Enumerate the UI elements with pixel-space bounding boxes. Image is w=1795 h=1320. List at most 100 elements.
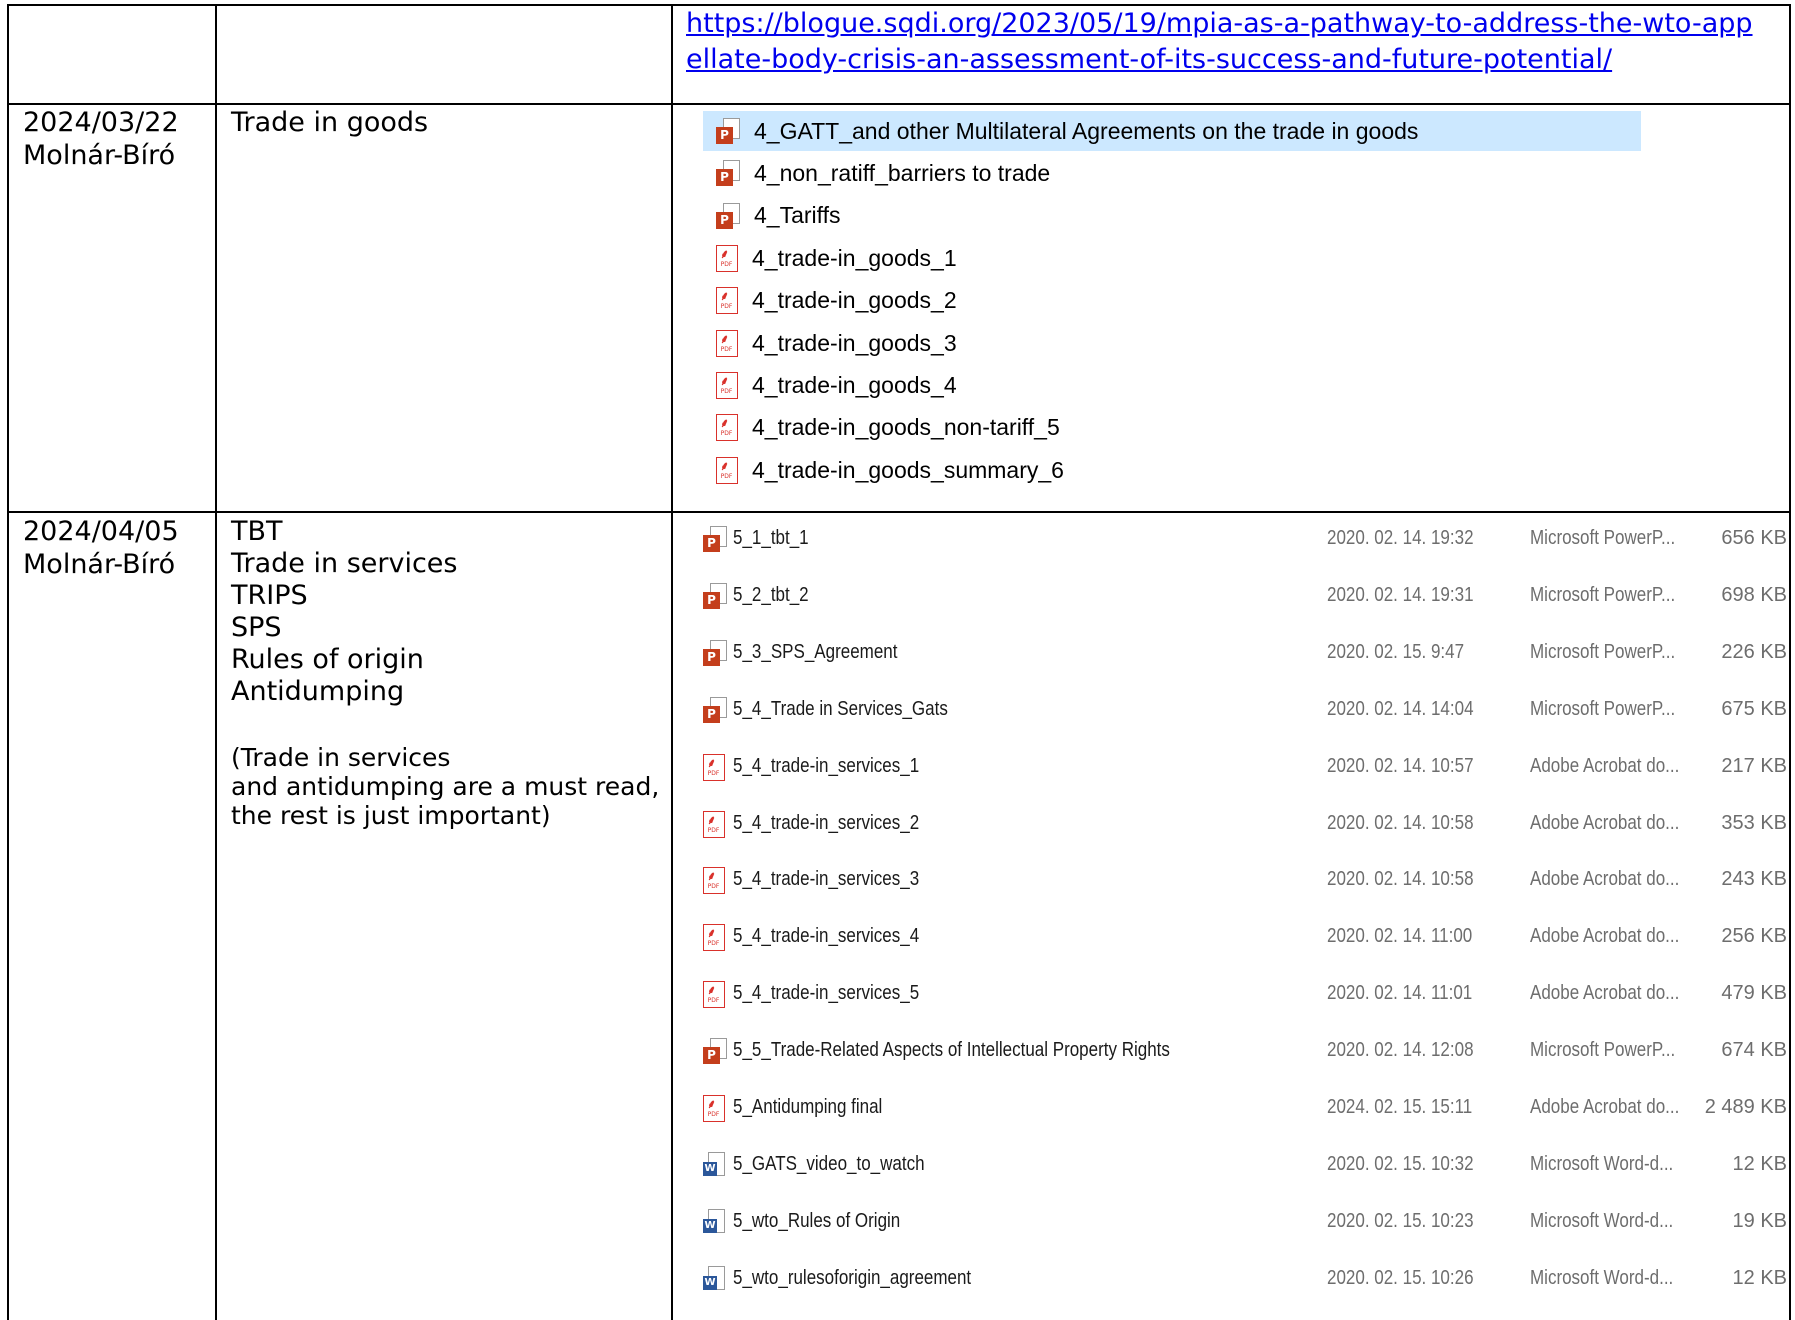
file-item[interactable]: ⸙ PDF 4_trade-in_goods_4: [703, 365, 957, 405]
file-type-icon-wrap: ⸙ PDF: [703, 810, 725, 844]
lecturer-name: Molnár-Bíró: [23, 549, 176, 580]
file-size: 256 KB: [1721, 925, 1787, 948]
file-item[interactable]: P 4_GATT_and other Multilateral Agreement…: [703, 111, 1641, 151]
session-date: 2024/04/05: [23, 516, 179, 547]
column-divider: [671, 4, 673, 1320]
file-row[interactable]: P 5_3_SPS_Agreement 2020. 02. 15. 9:47 Micr…: [703, 632, 1793, 672]
file-item[interactable]: ⸙ PDF 4_trade-in_goods_3: [703, 323, 957, 363]
file-type: Adobe Acrobat do...: [1530, 811, 1680, 834]
file-type: Adobe Acrobat do...: [1530, 982, 1680, 1005]
file-type: Microsoft PowerP...: [1530, 583, 1676, 606]
file-modified-date: 2020. 02. 15. 9:47: [1327, 640, 1465, 663]
topic-item: Antidumping: [231, 676, 405, 707]
file-row[interactable]: ⸙ PDF 5_4_trade-in_services_4 2020. 02. 14.…: [703, 916, 1793, 956]
file-modified-date: 2024. 02. 15. 15:11: [1327, 1096, 1473, 1118]
file-name: 5_wto_rulesoforigin_agreement: [733, 1266, 972, 1289]
file-size: 674 KB: [1721, 1039, 1787, 1062]
file-type: Adobe Acrobat do...: [1530, 925, 1680, 948]
file-type-icon-wrap: ⸙ PDF: [703, 924, 725, 957]
powerpoint-icon: P: [716, 202, 740, 229]
file-size: 217 KB: [1721, 754, 1787, 777]
note-line: (Trade in services: [231, 743, 451, 772]
row-divider: [7, 103, 1791, 105]
file-item[interactable]: P 4_Tariffs: [703, 196, 841, 236]
file-row[interactable]: ⸙ PDF 5_4_trade-in_services_5 2020. 02. 14.…: [703, 973, 1793, 1013]
file-type: Adobe Acrobat do...: [1530, 1096, 1680, 1118]
file-row[interactable]: W 5_GATS_video_to_watch 2020. 02. 15. 10:3…: [703, 1144, 1793, 1184]
file-name: 4_trade-in_goods_4: [752, 371, 957, 398]
file-name: 5_4_Trade in Services_Gats: [733, 697, 948, 720]
file-type-icon-wrap: P: [703, 696, 727, 729]
pdf-icon: ⸙ PDF: [716, 456, 738, 484]
file-item[interactable]: ⸙ PDF 4_trade-in_goods_non-tariff_5: [703, 408, 1060, 448]
file-type: Microsoft Word-d...: [1530, 1209, 1674, 1232]
file-type-icon-wrap: W: [703, 1265, 725, 1298]
file-name: 4_Tariffs: [754, 202, 841, 229]
file-size: 479 KB: [1721, 982, 1787, 1005]
file-type-icon-wrap: P: [703, 639, 727, 672]
topic-item: Trade in services: [231, 548, 458, 579]
file-item[interactable]: P 4_non_ratiff_barriers to trade: [703, 153, 1050, 193]
file-name: 4_non_ratiff_barriers to trade: [754, 159, 1051, 186]
file-row[interactable]: ⸙ PDF 5_Antidumping final 2024. 02. 15. 15:…: [703, 1087, 1793, 1127]
file-item[interactable]: ⸙ PDF 4_trade-in_goods_1: [703, 238, 957, 278]
session-date: 2024/03/22: [23, 107, 179, 138]
pdf-icon: ⸙ PDF: [716, 414, 738, 442]
file-row[interactable]: ⸙ PDF 5_4_trade-in_services_2 2020. 02. 14.…: [703, 803, 1793, 843]
file-type: Microsoft PowerP...: [1530, 1039, 1676, 1062]
file-modified-date: 2020. 02. 14. 12:08: [1327, 1039, 1474, 1062]
pdf-icon: ⸙ PDF: [703, 867, 725, 895]
file-modified-date: 2020. 02. 14. 11:01: [1327, 982, 1473, 1005]
file-item[interactable]: ⸙ PDF 4_trade-in_goods_summary_6: [703, 450, 1064, 490]
file-modified-date: 2020. 02. 15. 10:23: [1327, 1209, 1474, 1232]
lecturer-name: Molnár-Bíró: [23, 140, 176, 171]
file-name: 5_1_tbt_1: [733, 527, 809, 549]
file-type: Adobe Acrobat do...: [1530, 868, 1680, 891]
file-name: 4_trade-in_goods_non-tariff_5: [752, 414, 1060, 441]
file-row[interactable]: ⸙ PDF 5_4_trade-in_services_3 2020. 02. 14.…: [703, 859, 1793, 899]
file-row[interactable]: W 5_wto_rulesoforigin_agreement 2020. 02. …: [703, 1258, 1793, 1298]
file-row[interactable]: P 5_1_tbt_1 2020. 02. 14. 19:32 Microsoft P…: [703, 518, 1793, 558]
file-row[interactable]: P 5_4_Trade in Services_Gats 2020. 02. 14.…: [703, 689, 1793, 729]
file-name: 4_trade-in_goods_3: [752, 329, 957, 356]
file-name: 5_5_Trade-Related Aspects of Intellectua…: [733, 1039, 1170, 1062]
file-type: Microsoft Word-d...: [1530, 1152, 1674, 1175]
file-modified-date: 2020. 02. 14. 10:58: [1327, 811, 1474, 834]
file-row[interactable]: P 5_2_tbt_2 2020. 02. 14. 19:31 Microsoft P…: [703, 575, 1793, 615]
file-size: 353 KB: [1721, 811, 1787, 834]
session-topic: Trade in goods: [231, 107, 429, 138]
file-type: Microsoft PowerP...: [1530, 527, 1676, 549]
row-divider: [7, 511, 1791, 513]
word-icon: W: [703, 1265, 725, 1292]
session-topic-list: TBT Trade in services TRIPS SPS Rules of…: [231, 516, 457, 708]
topic-item: TRIPS: [231, 580, 308, 611]
powerpoint-icon: P: [703, 526, 727, 552]
pdf-icon: ⸙ PDF: [703, 1095, 725, 1122]
file-row[interactable]: ⸙ PDF 5_4_trade-in_services_1 2020. 02. 14.…: [703, 746, 1793, 786]
file-modified-date: 2020. 02. 14. 19:32: [1327, 527, 1474, 549]
file-name: 5_3_SPS_Agreement: [733, 640, 898, 663]
file-name: 5_4_trade-in_services_1: [733, 754, 920, 777]
file-type-icon-wrap: W: [703, 1208, 725, 1241]
powerpoint-icon: P: [703, 639, 727, 666]
pdf-icon: ⸙ PDF: [716, 244, 738, 272]
file-row[interactable]: P 5_5_Trade-Related Aspects of Intellectu…: [703, 1030, 1793, 1070]
file-type-icon-wrap: ⸙ PDF: [703, 867, 725, 900]
file-type: Microsoft Word-d...: [1530, 1266, 1674, 1289]
file-row[interactable]: W 5_wto_Rules of Origin 2020. 02. 15. 10:2…: [703, 1201, 1793, 1241]
file-size: 698 KB: [1721, 583, 1787, 606]
topic-item: TBT: [231, 516, 283, 547]
file-name: 4_trade-in_goods_summary_6: [752, 456, 1064, 483]
word-icon: W: [703, 1208, 725, 1235]
file-name: 5_Antidumping final: [733, 1096, 883, 1118]
file-size: 675 KB: [1721, 697, 1787, 720]
pdf-icon: ⸙ PDF: [716, 371, 738, 399]
powerpoint-icon: P: [716, 160, 740, 187]
file-name: 5_4_trade-in_services_4: [733, 925, 920, 948]
file-type-icon-wrap: ⸙ PDF: [703, 1095, 725, 1128]
reading-note: (Trade in services and antidumping are a…: [231, 743, 659, 830]
file-type-icon-wrap: W: [703, 1151, 725, 1184]
pdf-icon: ⸙ PDF: [703, 981, 725, 1009]
file-item[interactable]: ⸙ PDF 4_trade-in_goods_2: [703, 281, 957, 321]
reference-link[interactable]: https://blogue.sqdi.org/2023/05/19/mpia-…: [686, 6, 1766, 78]
